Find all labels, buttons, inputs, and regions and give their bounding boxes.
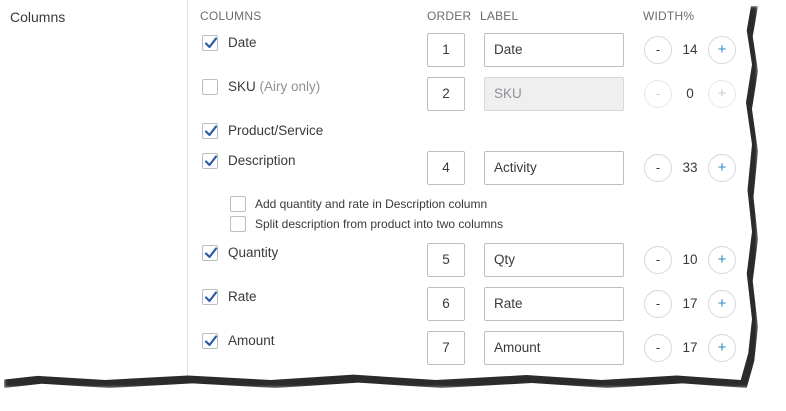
rate-width-decrease-button[interactable]: - (644, 290, 672, 318)
description-width-value: 33 (682, 160, 698, 175)
description-order-input[interactable]: 4 (427, 151, 465, 185)
rate-order-input[interactable]: 6 (427, 287, 465, 321)
date-width-increase-button[interactable]: + (708, 36, 736, 64)
rate-label: Rate (228, 289, 257, 304)
amount-width-increase-button[interactable]: + (708, 334, 736, 362)
description-checkbox[interactable] (202, 153, 218, 169)
date-label-input[interactable]: Date (484, 33, 624, 67)
amount-order-input[interactable]: 7 (427, 331, 465, 365)
description-width-increase-button[interactable]: + (708, 154, 736, 182)
divider (187, 0, 188, 380)
columns-settings-panel: Columns COLUMNS ORDER LABEL WIDTH% Date … (0, 0, 752, 380)
sku-checkbox[interactable] (202, 79, 218, 95)
header-label: LABEL (480, 9, 519, 23)
quantity-width-increase-button[interactable]: + (708, 246, 736, 274)
description-label: Description (228, 153, 296, 168)
product-service-checkbox[interactable] (202, 123, 218, 139)
checkmark-icon (204, 247, 218, 259)
checkmark-icon (204, 291, 218, 303)
split-description-checkbox[interactable] (230, 216, 246, 232)
date-order-input[interactable]: 1 (427, 33, 465, 67)
product-service-label: Product/Service (228, 123, 324, 138)
date-checkbox[interactable] (202, 35, 218, 51)
sku-width-decrease-button: - (644, 80, 672, 108)
header-columns: COLUMNS (200, 9, 262, 23)
amount-width-decrease-button[interactable]: - (644, 334, 672, 362)
rate-width-value: 17 (682, 296, 698, 311)
rate-width-increase-button[interactable]: + (708, 290, 736, 318)
date-label: Date (228, 35, 257, 50)
sku-label-input: SKU (484, 77, 624, 111)
split-description-label: Split description from product into two … (255, 217, 504, 231)
checkmark-icon (204, 37, 218, 49)
quantity-width-value: 10 (682, 252, 698, 267)
date-width-decrease-button[interactable]: - (644, 36, 672, 64)
quantity-width-decrease-button[interactable]: - (644, 246, 672, 274)
quantity-checkbox[interactable] (202, 245, 218, 261)
quantity-label: Quantity (228, 245, 279, 260)
checkmark-icon (204, 125, 218, 137)
rate-checkbox[interactable] (202, 289, 218, 305)
checkmark-icon (204, 155, 218, 167)
sku-label: SKU (Airy only) (228, 79, 321, 94)
date-width-value: 14 (682, 42, 698, 57)
add-qty-rate-label: Add quantity and rate in Description col… (255, 197, 488, 211)
amount-checkbox[interactable] (202, 333, 218, 349)
sku-order-input[interactable]: 2 (427, 77, 465, 111)
amount-width-value: 17 (682, 340, 698, 355)
description-width-decrease-button[interactable]: - (644, 154, 672, 182)
add-qty-rate-checkbox[interactable] (230, 196, 246, 212)
description-label-input[interactable]: Activity (484, 151, 624, 185)
amount-label: Amount (228, 333, 275, 348)
section-title: Columns (10, 9, 66, 25)
rate-label-input[interactable]: Rate (484, 287, 624, 321)
sku-width-value: 0 (686, 86, 694, 101)
sku-width-increase-button: + (708, 80, 736, 108)
amount-label-input[interactable]: Amount (484, 331, 624, 365)
header-order: ORDER (427, 9, 472, 23)
quantity-label-input[interactable]: Qty (484, 243, 624, 277)
quantity-order-input[interactable]: 5 (427, 243, 465, 277)
checkmark-icon (204, 335, 218, 347)
sku-suffix: (Airy only) (259, 79, 321, 94)
header-width: WIDTH% (643, 9, 695, 23)
